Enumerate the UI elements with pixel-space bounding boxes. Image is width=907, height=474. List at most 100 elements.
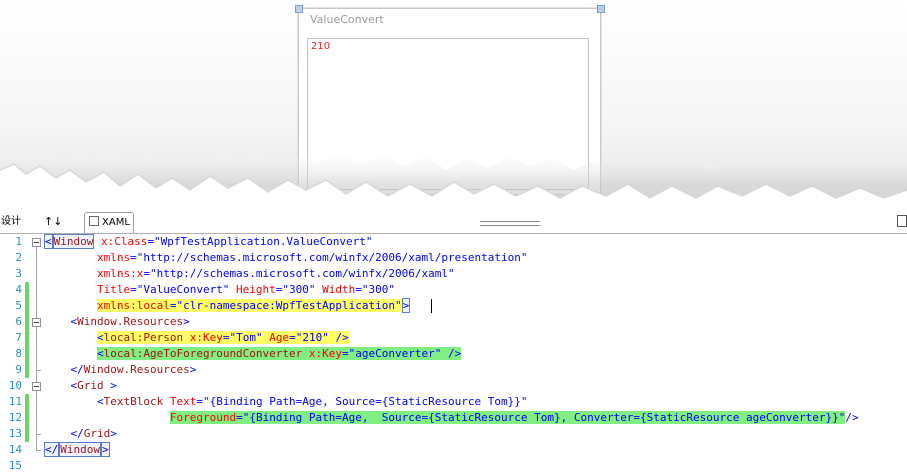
code-line[interactable]: <local:AgeToForegroundConverter x:Key="a… (44, 346, 462, 362)
line-number: 7 (15, 331, 22, 344)
collapse-region-icon[interactable] (32, 318, 41, 327)
code-token: /> (328, 331, 349, 344)
change-indicator-bar (25, 394, 29, 442)
resize-handle-top-left[interactable] (295, 5, 303, 13)
code-token: Width (315, 283, 356, 296)
outline-end-tick (36, 434, 41, 435)
code-line[interactable]: xmlns="http://schemas.microsoft.com/winf… (44, 250, 527, 266)
code-token: < (96, 347, 104, 360)
line-number: 5 (15, 299, 22, 312)
code-token: > (401, 298, 411, 313)
code-token: "ValueConvert" (136, 283, 230, 296)
outline-guide-line (36, 391, 37, 434)
code-token: "300" (361, 283, 396, 296)
code-token: TextBlock (103, 395, 164, 408)
change-indicator-bar (25, 330, 29, 378)
code-line[interactable]: Title="ValueConvert" Height="300" Width=… (44, 282, 395, 298)
line-number: 11 (8, 395, 22, 408)
tab-xaml-label: XAML (102, 217, 130, 228)
code-token: "{Binding Path=Age, Source={StaticResour… (202, 395, 528, 408)
code-token: xmlns:local (96, 299, 170, 312)
code-token: /> (845, 411, 859, 424)
code-token: > (103, 379, 117, 392)
line-number: 6 (15, 315, 22, 328)
code-line[interactable]: Foreground="{Binding Path=Age, Source={S… (44, 410, 859, 426)
code-line[interactable]: xmlns:local="clr-namespace:WpfTestApplic… (44, 298, 411, 314)
code-token: "Tom" (229, 331, 263, 344)
code-token: = (236, 411, 243, 424)
code-token: > (110, 427, 117, 440)
code-token: Grid (77, 379, 104, 392)
code-line[interactable]: </Window > (44, 442, 110, 458)
code-token: = (289, 331, 296, 344)
code-token: Window.Resources (83, 363, 190, 376)
collapse-region-icon[interactable] (32, 382, 41, 391)
code-token: = (355, 283, 362, 296)
swap-panes-button[interactable]: ↑↓ (44, 212, 66, 233)
code-token: Foreground (169, 411, 237, 424)
splitter-grip[interactable] (480, 221, 540, 226)
code-line[interactable]: xmlns:x="http://schemas.microsoft.com/wi… (44, 266, 455, 282)
code-token: "clr-namespace:WpfTestApplication" (176, 299, 402, 312)
code-token: /> (441, 347, 462, 360)
code-token: Window.Resources (77, 315, 184, 328)
line-number: 13 (8, 427, 22, 440)
line-number: 12 (8, 411, 22, 424)
code-token: = (143, 267, 150, 280)
code-line[interactable]: </Grid> (44, 426, 117, 442)
line-number: 8 (15, 347, 22, 360)
code-token: Window (52, 234, 95, 249)
outline-end-tick (36, 450, 41, 451)
code-token: = (196, 395, 203, 408)
code-token: < (96, 331, 104, 344)
xaml-code-editor[interactable]: 1 < Window x:Class="WpfTestApplication.Val… (0, 233, 907, 472)
tab-xaml[interactable]: XAML (84, 212, 134, 234)
preview-textblock[interactable]: 210 (311, 41, 330, 52)
line-number: 10 (8, 379, 22, 392)
code-token: < (44, 379, 78, 392)
code-token: = (342, 347, 349, 360)
code-line[interactable]: < Window x:Class="WpfTestApplication.Valu… (44, 234, 373, 250)
code-token: < (44, 315, 78, 328)
code-token: Age (262, 331, 290, 344)
collapse-pane-icon[interactable] (897, 215, 907, 227)
line-number: 15 (8, 459, 22, 472)
code-line[interactable]: <Grid > (44, 378, 117, 394)
code-token: > (101, 442, 110, 457)
designer-surface[interactable]: ValueConvert 210 (0, 0, 907, 222)
code-token: x:Key (302, 347, 343, 360)
code-token: < (44, 395, 104, 408)
code-token: </ (44, 442, 60, 457)
code-line[interactable]: <TextBlock Text="{Binding Path=Age, Sour… (44, 394, 528, 410)
code-line[interactable]: <local:Person x:Key="Tom" Age="210" /> (44, 330, 349, 346)
code-token: "http://schemas.microsoft.com/winfx/2006… (149, 267, 455, 280)
code-token: xmlns:x (44, 267, 144, 280)
code-token: x:Key (183, 331, 223, 344)
torn-edge-divider (0, 147, 907, 222)
line-number: 4 (15, 283, 22, 296)
code-token: Text (163, 395, 197, 408)
code-token: = (130, 283, 137, 296)
collapse-region-icon[interactable] (32, 238, 41, 247)
code-token: "300" (282, 283, 316, 296)
code-token: > (183, 315, 190, 328)
code-token: x:Class (94, 235, 148, 248)
tab-design[interactable]: 设计 (0, 212, 33, 233)
code-token: < (44, 234, 53, 249)
code-line[interactable]: <Window.Resources> (44, 314, 190, 330)
code-token: = (147, 235, 154, 248)
outline-guide-line (36, 327, 37, 370)
code-token: local:AgeToForegroundConverter (103, 347, 303, 360)
code-token: </ (44, 363, 84, 376)
line-number: 9 (15, 363, 22, 376)
code-token: = (130, 251, 137, 264)
code-line[interactable]: </Window.Resources> (44, 362, 196, 378)
resize-handle-top-right[interactable] (597, 5, 605, 13)
preview-window-title: ValueConvert (310, 13, 384, 26)
code-token: xmlns (44, 251, 131, 264)
code-token: </ (44, 427, 84, 440)
code-token: "WpfTestApplication.ValueConvert" (153, 235, 373, 248)
change-indicator-bar (25, 282, 29, 330)
